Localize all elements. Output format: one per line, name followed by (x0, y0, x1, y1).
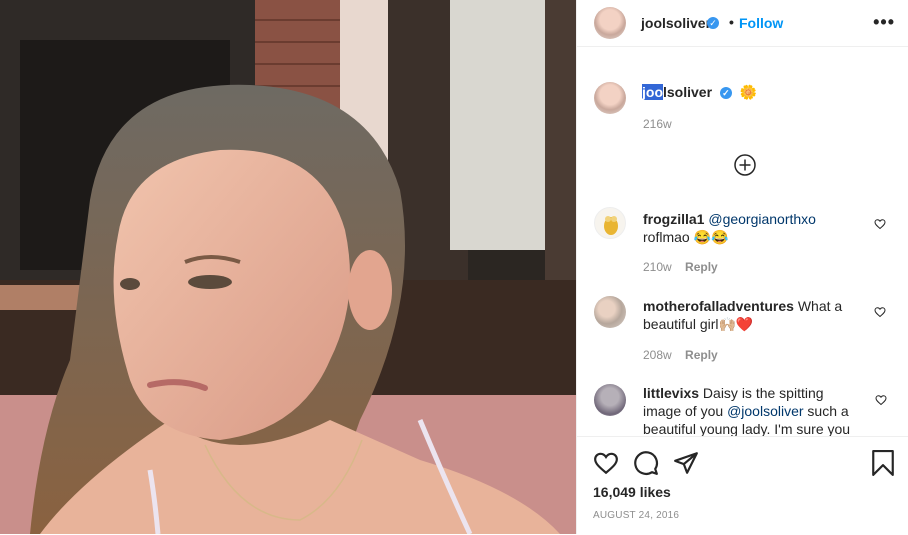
share-icon[interactable] (673, 450, 699, 476)
post-side-panel: joolsoliver ✓ • Follow ••• joolsoliver ✓… (576, 0, 908, 534)
heart-icon[interactable] (593, 450, 619, 476)
comment: littlevixs Daisy is the spitting image o… (577, 380, 908, 436)
post-header: joolsoliver ✓ • Follow ••• (577, 0, 908, 47)
reply-button[interactable]: Reply (685, 348, 718, 362)
caption-text: joolsoliver ✓ 🌼 (642, 84, 757, 101)
bookmark-icon[interactable] (871, 450, 895, 476)
comment-username[interactable]: frogzilla1 (643, 211, 704, 227)
post-actions: 16,049 likes AUGUST 24, 2016 (577, 436, 908, 535)
comment-text: beautiful girl🙌🏼❤️ (643, 316, 754, 332)
comment-text: image of you (643, 403, 728, 419)
comment-text: What a (797, 298, 843, 314)
follow-button[interactable]: Follow (739, 15, 783, 31)
caption-time: 216w (643, 117, 672, 131)
more-horizontal-icon[interactable]: ••• (873, 12, 895, 33)
like-comment-heart-icon[interactable] (875, 394, 887, 406)
caption-avatar[interactable] (594, 82, 626, 114)
comment-time[interactable]: 208w (643, 348, 672, 362)
comment-mention[interactable]: @joolsoliver (727, 403, 803, 419)
frog-avatar-icon (604, 216, 618, 235)
caption-username[interactable]: lsoliver (663, 84, 712, 100)
comment-text: such a (803, 403, 849, 419)
verified-badge-icon: ✓ (707, 17, 719, 29)
commenter-avatar[interactable] (594, 384, 626, 416)
author-avatar[interactable] (594, 7, 626, 39)
likes-count[interactable]: 16,049 likes (593, 484, 671, 500)
reply-button[interactable]: Reply (685, 260, 718, 274)
separator-dot: • (729, 14, 734, 30)
comment-text: beautiful young lady. I'm sure you (643, 421, 851, 436)
post-image (0, 0, 576, 534)
comment-icon[interactable] (633, 450, 659, 476)
comment-time[interactable]: 210w (643, 260, 672, 274)
comment-mention[interactable]: @georgianorthxo (708, 211, 816, 227)
comment-text: roflmao 😂😂 (643, 229, 729, 245)
plus-circle-icon (734, 154, 756, 176)
author-username[interactable]: joolsoliver (641, 15, 711, 31)
post-date[interactable]: AUGUST 24, 2016 (593, 510, 679, 521)
commenter-avatar[interactable] (594, 207, 626, 239)
comment-username[interactable]: motherofalladventures (643, 298, 794, 314)
like-comment-heart-icon[interactable] (874, 218, 886, 230)
load-more-button[interactable] (734, 154, 756, 176)
caption-username-selected[interactable]: joo (642, 84, 663, 100)
comment-username[interactable]: littlevixs (643, 385, 699, 401)
comment-text: Daisy is the spitting (702, 385, 824, 401)
verified-badge-icon: ✓ (719, 87, 732, 99)
like-comment-heart-icon[interactable] (874, 306, 886, 318)
commenter-avatar[interactable] (594, 296, 626, 328)
post-photo[interactable] (0, 0, 576, 534)
flower-emoji: 🌼 (739, 84, 758, 100)
